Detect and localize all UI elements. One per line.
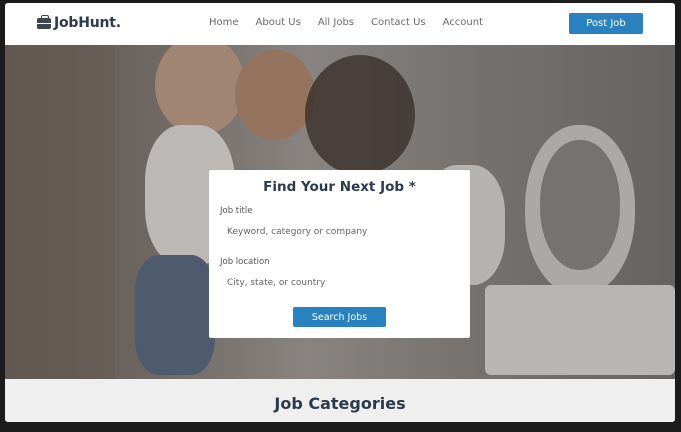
post-job-button[interactable]: Post Job (569, 13, 643, 34)
job-location-label: Job location (220, 257, 270, 267)
main-menu: Home About Us All Jobs Contact Us Accoun… (209, 17, 500, 28)
nav-about-link[interactable]: About Us (256, 17, 301, 28)
page-frame: JobHunt. Home About Us All Jobs Contact … (5, 3, 675, 422)
nav-account-link[interactable]: Account (443, 17, 483, 28)
briefcase-icon (37, 14, 51, 29)
search-card-title: Find Your Next Job * (263, 179, 416, 195)
job-search-card: Find Your Next Job * Job title Job locat… (209, 170, 470, 338)
nav-home-link[interactable]: Home (209, 17, 239, 28)
job-categories-heading: Job Categories (274, 394, 406, 413)
job-title-label: Job title (220, 206, 253, 216)
nav-contact-link[interactable]: Contact Us (371, 17, 426, 28)
job-title-input[interactable] (220, 221, 458, 243)
search-jobs-button[interactable]: Search Jobs (293, 307, 386, 327)
brand-name: JobHunt. (54, 15, 121, 31)
job-categories-section: Job Categories (5, 379, 675, 422)
top-navbar: JobHunt. Home About Us All Jobs Contact … (5, 3, 675, 45)
job-location-input[interactable] (220, 272, 458, 294)
brand-logo[interactable]: JobHunt. (37, 14, 121, 31)
hero-banner: Find Your Next Job * Job title Job locat… (5, 45, 675, 379)
nav-all-jobs-link[interactable]: All Jobs (318, 17, 354, 28)
